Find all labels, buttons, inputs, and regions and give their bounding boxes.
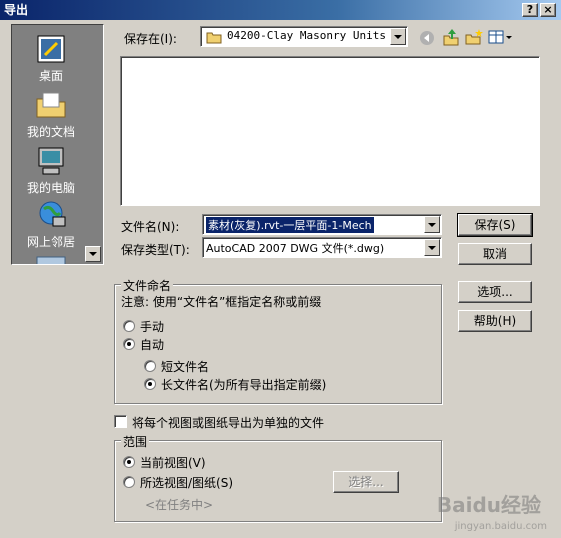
radio-manual[interactable] <box>123 320 135 332</box>
radio-manual-label: 手动 <box>140 320 165 334</box>
watermark-url: jingyan.baidu.com <box>454 521 547 532</box>
range-group-title: 范围 <box>121 433 150 450</box>
watermark-brand: Baidu经验 <box>436 493 541 517</box>
filetype-combo[interactable]: AutoCAD 2007 DWG 文件(*.dwg) <box>202 237 442 258</box>
folder-icon <box>35 253 67 264</box>
save-in-combo[interactable]: 04200-Clay Masonry Units <box>200 26 408 47</box>
window-title: 导出 <box>4 3 29 17</box>
title-bar: 导出 <box>0 0 561 20</box>
radio-auto-label: 自动 <box>140 338 165 352</box>
save-button[interactable]: 保存(S) <box>457 213 533 237</box>
places-scroll-down-button[interactable] <box>85 246 101 262</box>
place-label: 我的文档 <box>26 125 75 139</box>
my-computer-icon <box>35 145 67 177</box>
view-menu-button[interactable] <box>488 28 514 46</box>
desktop-icon <box>35 33 67 65</box>
place-label: 网上邻居 <box>26 235 75 249</box>
radio-long-name[interactable] <box>144 378 156 390</box>
radio-short-name-label: 短文件名 <box>161 360 210 374</box>
help-title-button[interactable]: ? <box>522 3 538 17</box>
help-button[interactable]: 帮助(H) <box>458 310 532 332</box>
radio-selected-views[interactable] <box>123 476 135 488</box>
file-list[interactable] <box>120 56 540 206</box>
place-label: 桌面 <box>38 69 63 83</box>
place-desktop[interactable]: 桌面 <box>12 33 90 84</box>
options-button[interactable]: 选项... <box>458 281 532 303</box>
close-icon: × <box>543 3 553 16</box>
separate-files-checkbox[interactable] <box>114 415 127 428</box>
save-in-dropdown-button[interactable] <box>390 28 406 45</box>
place-partial <box>12 253 90 264</box>
filetype-label: 保存类型(T): <box>121 243 190 257</box>
radio-long-name-label: 长文件名(为所有导出指定前缀) <box>161 378 327 392</box>
network-icon <box>35 199 67 231</box>
radio-auto[interactable] <box>123 338 135 350</box>
place-label: 我的电脑 <box>26 181 75 195</box>
back-arrow-icon <box>420 31 434 45</box>
my-documents-icon <box>35 89 67 121</box>
radio-current-view[interactable] <box>123 456 135 468</box>
naming-note: 注意: 使用“文件名”框指定名称或前缀 <box>121 295 322 309</box>
back-button[interactable] <box>418 29 436 47</box>
filetype-dropdown-button[interactable] <box>424 239 440 256</box>
place-network[interactable]: 网上邻居 <box>12 199 90 250</box>
radio-current-view-label: 当前视图(V) <box>140 456 206 470</box>
up-folder-button[interactable] <box>442 28 460 46</box>
folder-icon <box>206 30 222 47</box>
session-views-dropdown[interactable]: <在任务中> <box>145 496 213 513</box>
new-folder-button[interactable] <box>465 28 483 46</box>
filetype-value: AutoCAD 2007 DWG 文件(*.dwg) <box>206 242 385 255</box>
filename-label: 文件名(N): <box>121 220 180 234</box>
save-in-value: 04200-Clay Masonry Units <box>227 29 386 42</box>
save-in-label: 保存在(I): <box>124 32 177 46</box>
separate-files-label: 将每个视图或图纸导出为单独的文件 <box>132 416 325 430</box>
radio-selected-views-label: 所选视图/图纸(S) <box>140 476 234 490</box>
cancel-button[interactable]: 取消 <box>458 243 532 265</box>
naming-group-title: 文件命名 <box>121 277 174 294</box>
question-icon: ? <box>526 3 534 16</box>
place-my-documents[interactable]: 我的文档 <box>12 89 90 140</box>
filename-dropdown-button[interactable] <box>424 216 440 233</box>
up-folder-icon <box>443 29 459 46</box>
close-button[interactable]: × <box>540 3 556 17</box>
view-menu-icon <box>488 30 512 44</box>
place-my-computer[interactable]: 我的电脑 <box>12 145 90 196</box>
filename-input[interactable]: 素材(灰复).rvt-一层平面-1-Mech <box>206 217 374 233</box>
filename-combo[interactable]: 素材(灰复).rvt-一层平面-1-Mech <box>202 214 442 235</box>
select-views-button[interactable]: 选择... <box>333 471 399 493</box>
radio-short-name[interactable] <box>144 360 156 372</box>
new-folder-icon <box>465 29 483 45</box>
places-bar: 桌面 我的文档 我的电脑 网上邻居 <box>11 24 104 265</box>
